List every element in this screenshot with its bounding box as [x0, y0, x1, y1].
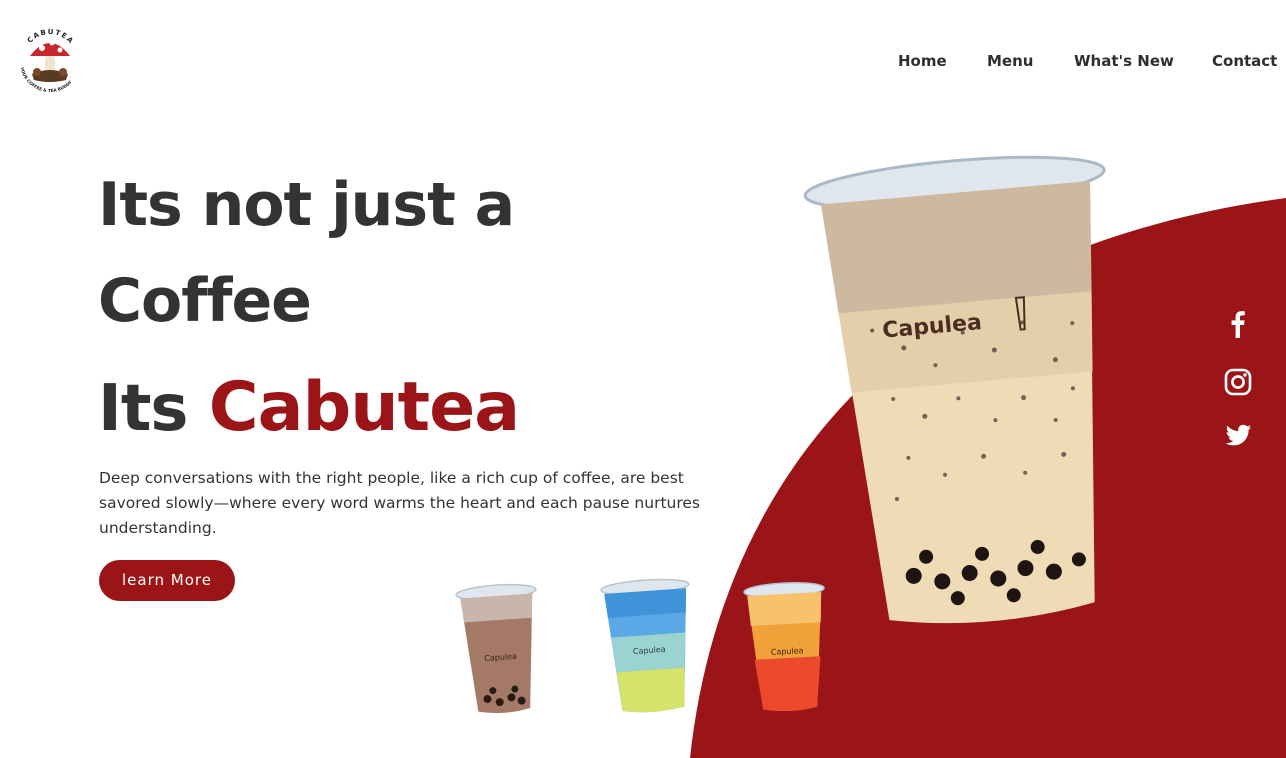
hero-description: Deep conversations with the right people… — [99, 469, 700, 537]
nav-whats-new-link[interactable]: What's New — [1074, 52, 1174, 70]
hero-headline-brand: Cabutea — [208, 368, 520, 447]
hero-headline-line-2: Coffee — [98, 266, 312, 336]
facebook-icon[interactable] — [1222, 308, 1254, 340]
twitter-icon[interactable] — [1222, 419, 1254, 451]
svg-text:Capulea: Capulea — [771, 646, 804, 657]
nav-menu-link[interactable]: Menu — [987, 52, 1033, 70]
product-coffee-boba-image: Capulea — [798, 139, 1149, 646]
instagram-icon[interactable] — [1222, 366, 1254, 398]
nav-contact-link[interactable]: Contact — [1212, 52, 1277, 70]
hero-headline-line-1: Its not just a — [98, 170, 515, 240]
hero-headline-line-3: Its Cabutea — [98, 368, 520, 447]
product-blue-lemonade-image: Capulea — [593, 572, 705, 721]
product-chocolate-boba-image: Capulea — [447, 577, 552, 721]
hero-headline-prefix: Its — [98, 372, 209, 446]
nav-home-link[interactable]: Home — [898, 52, 947, 70]
product-sunrise-soda-image: Capulea — [736, 576, 837, 719]
learn-more-button[interactable]: learn More — [99, 560, 235, 601]
main-nav: Home Menu What's New Contact — [0, 52, 1286, 76]
